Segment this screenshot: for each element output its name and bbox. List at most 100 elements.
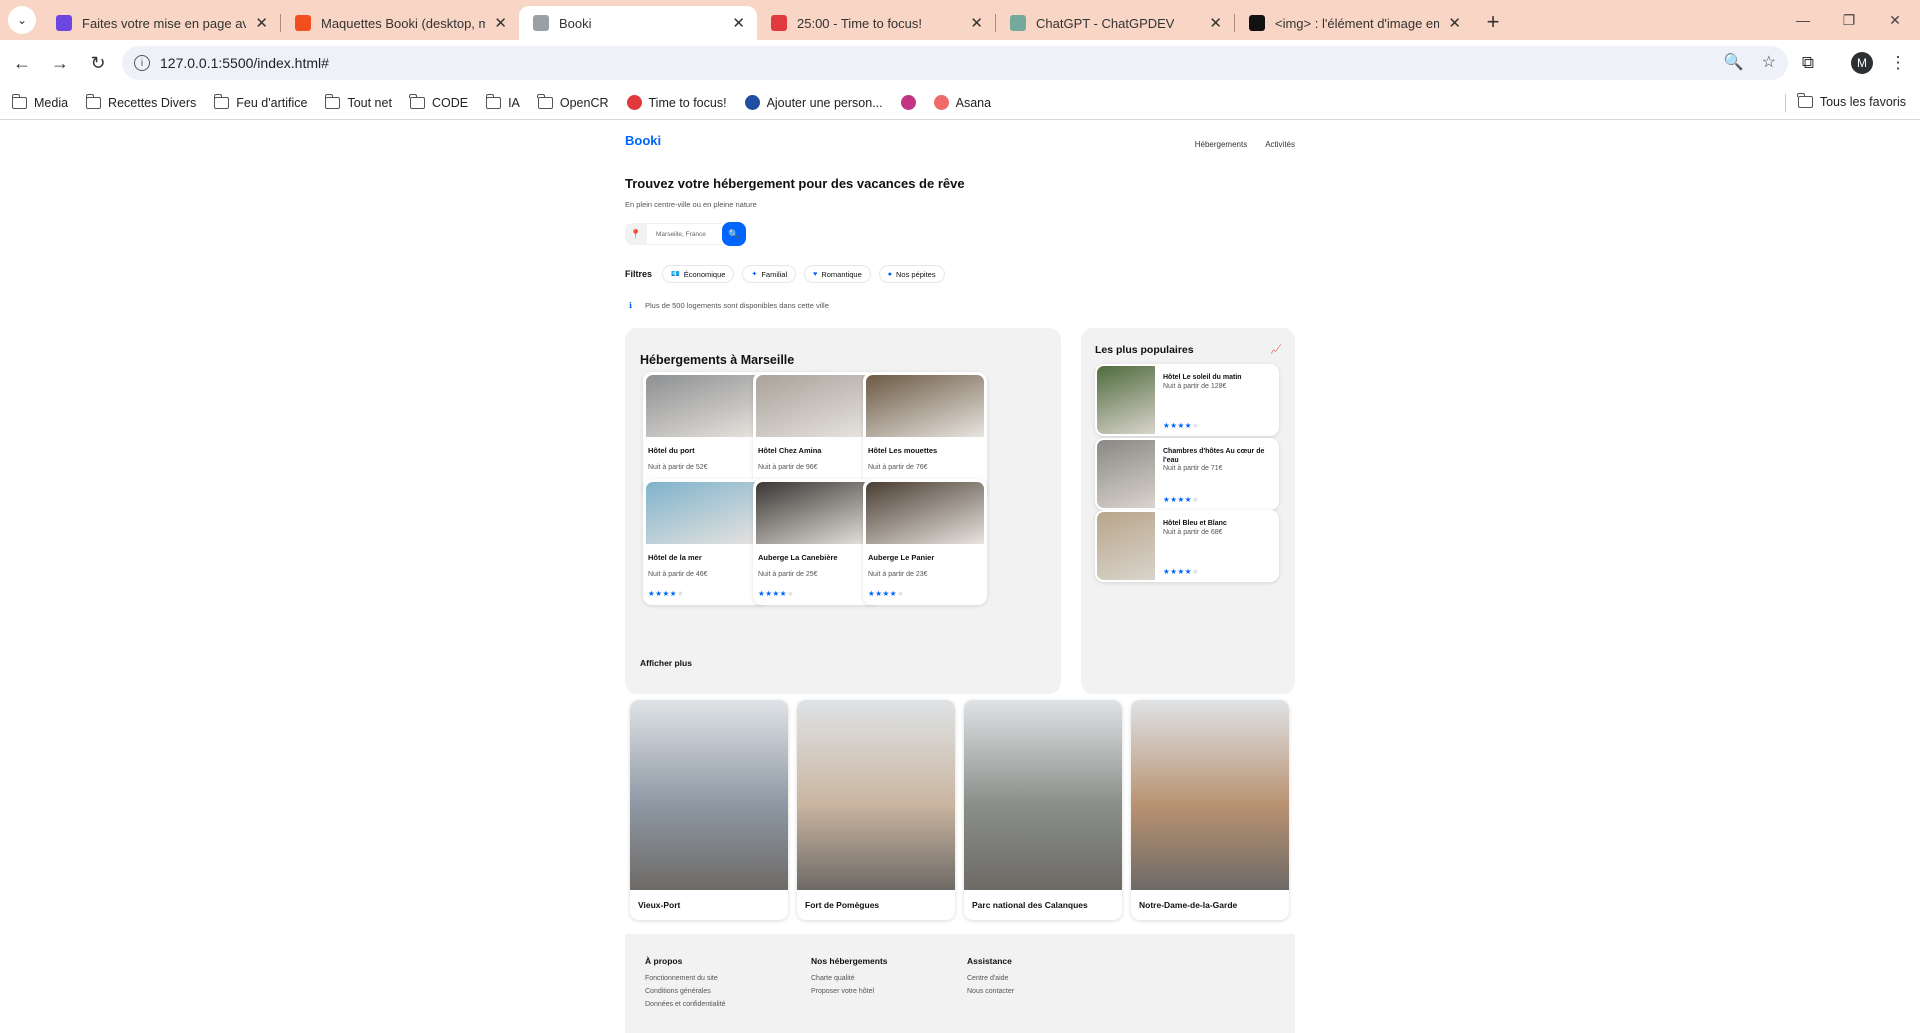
new-tab-button[interactable]: +	[1479, 8, 1507, 36]
hebergement-name: Hôtel Chez Amina	[758, 446, 822, 455]
hebergement-card[interactable]: Auberge Le Panier Nuit à partir de 23€ ★★★…	[863, 479, 987, 605]
close-window-button[interactable]: ✕	[1872, 6, 1918, 34]
hebergement-photo	[646, 375, 764, 437]
star-icon: ★	[889, 589, 897, 598]
footer-link[interactable]: Conditions générales	[645, 988, 726, 995]
close-tab-icon[interactable]: ✕	[732, 14, 745, 32]
bookmark-item[interactable]: IA	[485, 93, 520, 110]
bookmark-item[interactable]	[900, 95, 916, 110]
booki-page: Booki Hébergements Activités Trouvez vot…	[625, 120, 1295, 1033]
bookmark-item[interactable]: Tout net	[324, 93, 392, 110]
top-nav: Hébergements Activités	[1195, 140, 1295, 149]
browser-tab[interactable]: ChatGPT - ChatGPDEV ✕	[996, 6, 1234, 40]
page-subtitle: En plein centre-ville ou en pleine natur…	[625, 200, 757, 209]
browser-toolbar: ← → ↻ i 127.0.0.1:5500/index.html# 🔍 ☆ ⧉…	[0, 40, 1920, 86]
populaires-section: Les plus populaires 📈 Hôtel Le soleil du…	[1081, 328, 1295, 694]
activite-card[interactable]: Vieux-Port	[630, 700, 788, 920]
folder-icon	[85, 93, 102, 109]
footer-link[interactable]: Charte qualité	[811, 975, 888, 982]
search-button[interactable]: 🔍	[722, 222, 746, 246]
reload-button[interactable]: ↻	[82, 47, 114, 79]
activite-name: Notre-Dame-de-la-Garde	[1139, 900, 1238, 910]
footer-link[interactable]: Centre d'aide	[967, 975, 1014, 982]
close-tab-icon[interactable]: ✕	[1209, 14, 1222, 32]
hebergement-name: Auberge La Canebière	[758, 553, 838, 562]
populaire-price: Nuit à partir de 128€	[1163, 383, 1227, 390]
menu-button[interactable]: ⋮	[1882, 47, 1914, 79]
activite-card[interactable]: Parc national des Calanques	[964, 700, 1122, 920]
footer-link[interactable]: Données et confidentialité	[645, 1001, 726, 1008]
filter-label: Nos pépites	[896, 269, 936, 279]
forward-button[interactable]: →	[44, 47, 76, 79]
close-tab-icon[interactable]: ✕	[1448, 14, 1461, 32]
footer-link[interactable]: Fonctionnement du site	[645, 975, 726, 982]
browser-tab[interactable]: <img> : l'élément d'image em ✕	[1235, 6, 1473, 40]
minimize-button[interactable]: —	[1780, 6, 1826, 34]
bookmark-item[interactable]: OpenCR	[537, 93, 609, 110]
activite-photo	[630, 700, 788, 890]
hebergement-name: Hôtel Les mouettes	[868, 446, 938, 455]
activite-card[interactable]: Fort de Pomègues	[797, 700, 955, 920]
filter-chip[interactable]: 💶 Économique	[662, 265, 735, 283]
hebergements-section: Hébergements à Marseille Hôtel du port Nu…	[625, 328, 1061, 694]
activite-card[interactable]: Notre-Dame-de-la-Garde	[1131, 700, 1289, 920]
bookmark-label: OpenCR	[559, 95, 609, 110]
folder-icon	[409, 93, 425, 109]
activite-name: Vieux-Port	[638, 900, 681, 910]
star-icon: ★	[1177, 495, 1185, 504]
footer-link[interactable]: Proposer votre hôtel	[811, 988, 888, 995]
close-tab-icon[interactable]: ✕	[255, 14, 268, 32]
bookmark-label: Feu d'artifice	[236, 95, 308, 110]
site-logo[interactable]: Booki	[625, 133, 661, 148]
bookmark-star-icon[interactable]: ☆	[1762, 52, 1776, 72]
filter-chip[interactable]: ✦ Familial	[742, 265, 797, 283]
hebergement-card[interactable]: Hôtel de la mer Nuit à partir de 46€ ★★★★★	[643, 479, 767, 605]
star-icon: ★	[676, 589, 685, 598]
bookmark-item[interactable]: Time to focus!	[626, 95, 727, 110]
close-tab-icon[interactable]: ✕	[494, 14, 507, 32]
browser-tab[interactable]: Booki ✕	[519, 6, 757, 40]
filter-label: Familial	[761, 269, 788, 279]
nav-activites[interactable]: Activités	[1265, 140, 1295, 149]
zoom-icon[interactable]: 🔍	[1724, 52, 1744, 72]
heart-icon: ♥	[813, 270, 818, 278]
star-icon: ★	[772, 589, 780, 598]
extensions-button[interactable]: ⧉	[1792, 47, 1824, 79]
profile-button[interactable]: M	[1846, 47, 1878, 79]
back-button[interactable]: ←	[6, 47, 38, 79]
tab-search-button[interactable]: ⌄	[8, 6, 36, 34]
hebergement-price: Nuit à partir de 46€	[648, 571, 708, 578]
nav-hebergements[interactable]: Hébergements	[1195, 140, 1247, 149]
bookmark-item[interactable]: Ajouter une person...	[744, 95, 883, 110]
site-info-icon[interactable]: i	[134, 55, 150, 71]
browser-tab[interactable]: Maquettes Booki (desktop, mo ✕	[281, 6, 519, 40]
address-bar[interactable]: i 127.0.0.1:5500/index.html# 🔍 ☆	[122, 46, 1788, 80]
folder-icon	[11, 93, 27, 109]
bookmark-item[interactable]: Asana	[933, 95, 991, 110]
star-icon: ★	[662, 589, 670, 598]
show-more-link[interactable]: Afficher plus	[640, 658, 692, 668]
footer-heading: Assistance	[967, 956, 1012, 966]
hebergement-card[interactable]: Auberge La Canebière Nuit à partir de 25€…	[753, 479, 877, 605]
filters-label: Filtres	[625, 269, 653, 279]
close-tab-icon[interactable]: ✕	[970, 14, 983, 32]
populaire-card[interactable]: Hôtel Bleu et Blanc Nuit à partir de 68€ ★…	[1095, 510, 1279, 582]
filter-chip[interactable]: ● Nos pépites	[878, 265, 945, 283]
footer-link[interactable]: Nous contacter	[967, 988, 1014, 995]
bookmark-item[interactable]: Recettes Divers	[85, 93, 196, 110]
favicon-icon	[533, 15, 549, 31]
hebergement-price: Nuit à partir de 25€	[758, 571, 818, 578]
bookmark-item[interactable]: Media	[11, 93, 68, 110]
search-input[interactable]: Marseille, France	[647, 223, 722, 245]
browser-tab[interactable]: Faites votre mise en page avec ✕	[42, 6, 280, 40]
all-bookmarks-button[interactable]: Tous les favoris	[1797, 93, 1906, 109]
restore-button[interactable]: ❐	[1826, 6, 1872, 34]
bookmark-item[interactable]: CODE	[409, 93, 468, 110]
favicon-icon	[1010, 15, 1026, 31]
browser-tab[interactable]: 25:00 - Time to focus! ✕	[757, 6, 995, 40]
populaire-card[interactable]: Chambres d'hôtes Au cœur de l'eau Nuit à …	[1095, 438, 1279, 510]
populaire-card[interactable]: Hôtel Le soleil du matin Nuit à partir de…	[1095, 364, 1279, 436]
bookmark-label: Tout net	[347, 95, 392, 110]
bookmark-item[interactable]: Feu d'artifice	[213, 93, 308, 110]
filter-chip[interactable]: ♥ Romantique	[804, 265, 871, 283]
